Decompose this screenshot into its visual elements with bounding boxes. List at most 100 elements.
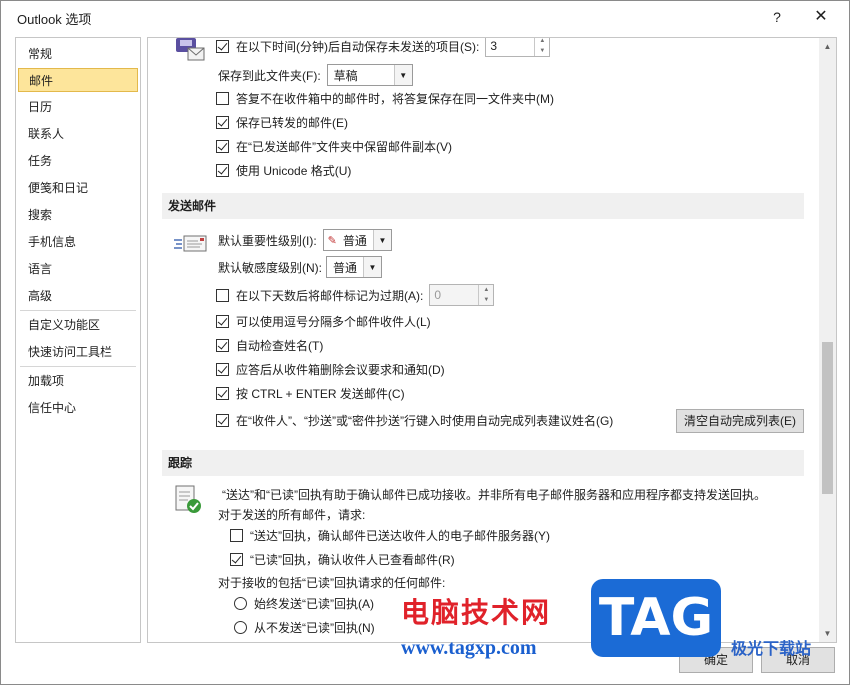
nav-item-language[interactable]: 语言 <box>18 257 138 281</box>
nav-item-trust-center[interactable]: 信任中心 <box>18 396 138 420</box>
sensitivity-dropdown[interactable]: 普通 ▼ <box>326 256 383 278</box>
save-messages-icon <box>174 38 206 62</box>
chevron-down-icon: ▼ <box>363 257 382 277</box>
never-send-label: 从不发送“已读”回执(N) <box>254 620 375 635</box>
comma-separate-checkbox[interactable] <box>216 314 229 328</box>
save-forwarded-checkbox[interactable] <box>216 115 229 129</box>
clear-autocomplete-button[interactable]: 清空自动完成列表(E) <box>676 409 804 433</box>
read-receipt-checkbox[interactable] <box>230 552 243 566</box>
category-nav: 常规 邮件 日历 联系人 任务 便笺和日记 搜索 手机信息 语言 高级 自定义功… <box>15 37 141 643</box>
scroll-down-icon[interactable]: ▼ <box>819 625 836 642</box>
nav-item-contacts[interactable]: 联系人 <box>18 122 138 146</box>
delete-meeting-requests-checkbox[interactable] <box>216 362 229 376</box>
autosave-minutes-stepper[interactable]: 3 ▲ ▼ <box>485 38 551 57</box>
all-sent-label: 对于发送的所有邮件，请求: <box>218 507 366 522</box>
autocomplete-option[interactable]: 在“收件人”、“抄送”或“密件抄送”行键入时使用自动完成列表建议姓名(G) <box>216 410 613 430</box>
save-folder-value: 草稿 <box>333 68 358 83</box>
save-folder-row: 保存到此文件夹(F): 草稿 ▼ <box>218 63 413 87</box>
title-bar: Outlook 选项 ? ✕ <box>1 1 849 33</box>
scrollbar-thumb[interactable] <box>822 342 833 494</box>
window-title: Outlook 选项 <box>17 12 92 27</box>
nav-item-general[interactable]: 常规 <box>18 42 138 66</box>
unicode-format-checkbox[interactable] <box>216 163 229 177</box>
unicode-format-label: 使用 Unicode 格式(U) <box>236 163 352 178</box>
nav-divider <box>20 310 136 311</box>
importance-row: 默认重要性级别(I): ✎ 普通 ▼ <box>218 228 392 252</box>
read-receipt-option[interactable]: “已读”回执，确认收件人已查看邮件(R) <box>230 549 455 569</box>
close-button[interactable]: ✕ <box>807 5 835 29</box>
save-folder-dropdown[interactable]: 草稿 ▼ <box>326 64 413 86</box>
save-folder-label: 保存到此文件夹(F): <box>218 68 321 83</box>
comma-separate-option[interactable]: 可以使用逗号分隔多个邮件收件人(L) <box>216 311 431 331</box>
vertical-scrollbar[interactable]: ▲ ▼ <box>819 38 836 642</box>
nav-item-advanced[interactable]: 高级 <box>18 284 138 308</box>
nav-item-mail[interactable]: 邮件 <box>18 68 138 92</box>
save-forwarded-label: 保存已转发的邮件(E) <box>236 115 348 130</box>
importance-dropdown[interactable]: ✎ 普通 ▼ <box>322 229 392 251</box>
nav-item-notes-journal[interactable]: 便笺和日记 <box>18 176 138 200</box>
nav-item-calendar[interactable]: 日历 <box>18 95 138 119</box>
options-dialog: Outlook 选项 ? ✕ 常规 邮件 日历 联系人 任务 便笺和日记 搜索 … <box>0 0 850 685</box>
nav-item-add-ins[interactable]: 加载项 <box>18 369 138 393</box>
never-send-read-receipt-option[interactable]: 从不发送“已读”回执(N) <box>234 617 375 637</box>
received-label: 对于接收的包括“已读”回执请求的任何邮件: <box>218 575 446 590</box>
delete-meeting-requests-label: 应答后从收件箱删除会议要求和通知(D) <box>236 362 445 377</box>
nav-item-customize-ribbon[interactable]: 自定义功能区 <box>18 313 138 337</box>
delivery-receipt-checkbox[interactable] <box>230 528 243 542</box>
always-send-read-receipt-option[interactable]: 始终发送“已读”回执(A) <box>234 593 374 613</box>
always-send-label: 始终发送“已读”回执(A) <box>254 596 374 611</box>
nav-item-quick-access-toolbar[interactable]: 快速访问工具栏 <box>18 340 138 364</box>
nav-item-search[interactable]: 搜索 <box>18 203 138 227</box>
mail-options-pane: 在以下时间(分钟)后自动保存未发送的项目(S): 3 ▲ ▼ 保存到此文件夹(F)… <box>147 37 837 643</box>
watermark-tag-badge: TAG <box>591 579 721 657</box>
spin-up-icon[interactable]: ▲ <box>479 285 493 295</box>
spin-down-icon[interactable]: ▼ <box>535 46 549 56</box>
save-reply-checkbox[interactable] <box>216 91 229 105</box>
keep-sent-copy-checkbox[interactable] <box>216 139 229 153</box>
nav-divider <box>20 366 136 367</box>
expire-row: 在以下天数后将邮件标记为过期(A): 0 ▲ ▼ <box>216 283 495 307</box>
comma-separate-label: 可以使用逗号分隔多个邮件收件人(L) <box>236 314 431 329</box>
auto-check-names-checkbox[interactable] <box>216 338 229 352</box>
spin-down-icon[interactable]: ▼ <box>479 295 493 305</box>
autocomplete-label: 在“收件人”、“抄送”或“密件抄送”行键入时使用自动完成列表建议姓名(G) <box>236 413 614 428</box>
expire-days-stepper[interactable]: 0 ▲ ▼ <box>429 284 495 306</box>
watermark-site-text: 极光下载站 <box>731 641 812 658</box>
keep-sent-copy-label: 在“已发送邮件”文件夹中保留邮件副本(V) <box>236 139 452 154</box>
nav-item-mobile[interactable]: 手机信息 <box>18 230 138 254</box>
importance-flag-icon: ✎ <box>327 234 337 247</box>
auto-check-names-option[interactable]: 自动检查姓名(T) <box>216 335 323 355</box>
expire-days-value: 0 <box>434 288 442 302</box>
delivery-receipt-label: “送达”回执，确认邮件已送达收件人的电子邮件服务器(Y) <box>250 528 550 543</box>
nav-item-tasks[interactable]: 任务 <box>18 149 138 173</box>
sensitivity-value: 普通 <box>333 260 358 275</box>
save-forwarded-option[interactable]: 保存已转发的邮件(E) <box>216 112 348 132</box>
read-receipt-label: “已读”回执，确认收件人已查看邮件(R) <box>250 552 455 567</box>
ctrl-enter-send-option[interactable]: 按 CTRL + ENTER 发送邮件(C) <box>216 383 405 403</box>
keep-sent-copy-option[interactable]: 在“已发送邮件”文件夹中保留邮件副本(V) <box>216 136 452 156</box>
autosave-checkbox[interactable] <box>216 39 229 53</box>
send-messages-header: 发送邮件 <box>162 193 804 219</box>
ctrl-enter-send-checkbox[interactable] <box>216 386 229 400</box>
never-send-radio[interactable] <box>234 620 247 634</box>
watermark-url: www.tagxp.com <box>401 637 537 659</box>
spin-up-icon[interactable]: ▲ <box>535 38 549 46</box>
tracking-header: 跟踪 <box>162 450 804 476</box>
receipt-icon <box>174 484 202 516</box>
send-message-icon <box>174 234 208 254</box>
help-button[interactable]: ? <box>763 5 791 29</box>
unicode-format-option[interactable]: 使用 Unicode 格式(U) <box>216 160 351 180</box>
scroll-up-icon[interactable]: ▲ <box>819 38 836 55</box>
delivery-receipt-option[interactable]: “送达”回执，确认邮件已送达收件人的电子邮件服务器(Y) <box>230 525 550 545</box>
tracking-description: “送达”和“已读”回执有助于确认邮件已成功接收。并非所有电子邮件服务器和应用程序… <box>222 487 766 502</box>
autocomplete-checkbox[interactable] <box>216 413 229 427</box>
always-send-radio[interactable] <box>234 596 247 610</box>
expire-checkbox[interactable] <box>216 288 229 302</box>
ctrl-enter-send-label: 按 CTRL + ENTER 发送邮件(C) <box>236 386 405 401</box>
chevron-down-icon: ▼ <box>393 65 412 85</box>
delete-meeting-requests-option[interactable]: 应答后从收件箱删除会议要求和通知(D) <box>216 359 445 379</box>
auto-check-names-label: 自动检查姓名(T) <box>236 338 324 353</box>
importance-label: 默认重要性级别(I): <box>218 233 317 248</box>
sensitivity-row: 默认敏感度级别(N): 普通 ▼ <box>218 255 383 279</box>
save-reply-option[interactable]: 答复不在收件箱中的邮件时，将答复保存在同一文件夹中(M) <box>216 88 554 108</box>
